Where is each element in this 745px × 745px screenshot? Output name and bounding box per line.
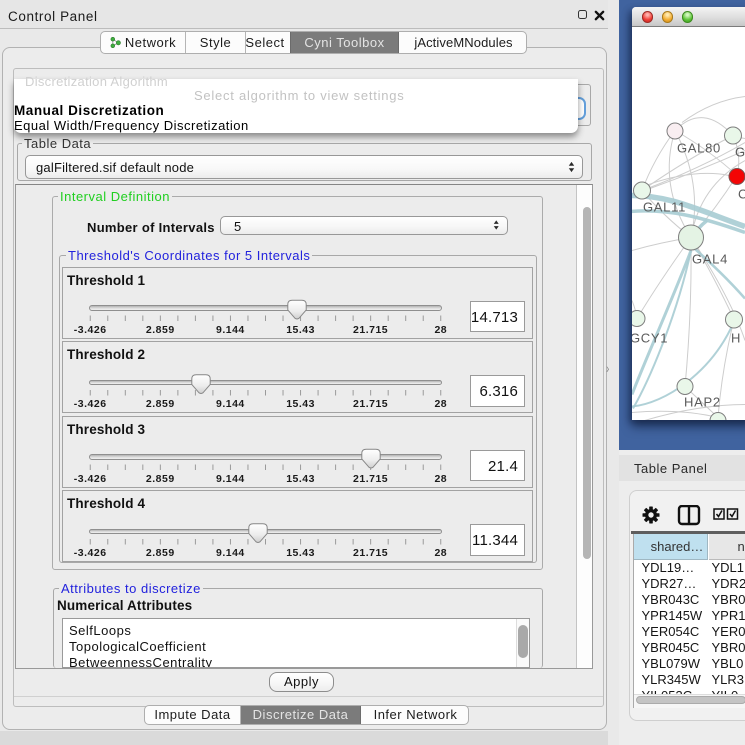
svg-text:H: H — [731, 330, 741, 345]
svg-text:GA: GA — [735, 144, 745, 159]
svg-text:GAL11: GAL11 — [643, 199, 686, 214]
svg-text:GCY1: GCY1 — [632, 330, 668, 345]
svg-text:C: C — [738, 186, 745, 201]
svg-text:GAL80: GAL80 — [677, 140, 721, 155]
svg-text:HAP2: HAP2 — [684, 394, 721, 409]
svg-text:GAL4: GAL4 — [692, 251, 728, 266]
